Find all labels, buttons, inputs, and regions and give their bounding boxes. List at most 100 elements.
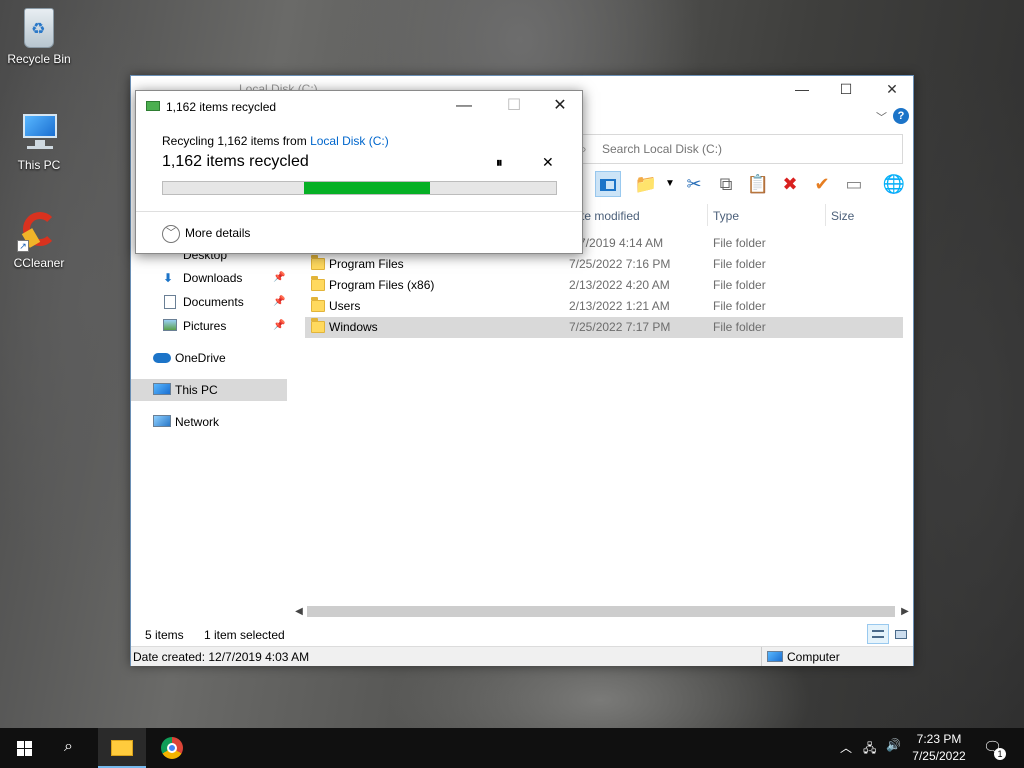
close-button[interactable]: ✕: [538, 93, 582, 119]
file-type: File folder: [713, 299, 766, 313]
clock-date: 7/25/2022: [912, 749, 966, 763]
checkmark-icon[interactable]: ✔: [809, 171, 835, 197]
divider: [761, 647, 762, 666]
cut-icon[interactable]: ✂: [681, 171, 707, 197]
taskbar-chrome[interactable]: [148, 728, 196, 768]
clock[interactable]: 7:23 PM 7/25/2022: [906, 731, 972, 765]
nav-item-downloads[interactable]: ⬇ Downloads 📌: [131, 267, 287, 289]
search-icon: ⌕: [64, 738, 73, 755]
desktop-icon-label: CCleaner: [13, 256, 65, 270]
pin-icon: 📌: [273, 272, 286, 283]
desktop-icon-ccleaner[interactable]: ↗ CCleaner: [1, 208, 77, 270]
dropdown-chevron-icon[interactable]: ▼: [657, 171, 683, 197]
help-icon[interactable]: ?: [893, 108, 909, 124]
dialog-status-text: 1,162 items recycled: [162, 153, 309, 170]
chevron-down-icon: ﹀: [162, 224, 180, 243]
clock-time: 7:23 PM: [916, 732, 962, 746]
folder-icon: [311, 255, 325, 270]
maximize-button[interactable]: ☐: [823, 76, 869, 103]
more-details-button[interactable]: ﹀ More details: [162, 222, 250, 244]
recycle-bin-icon: [24, 8, 54, 48]
pin-icon: 📌: [273, 320, 286, 331]
rename-icon[interactable]: ▭: [841, 171, 867, 197]
cloud-icon: [153, 353, 171, 363]
minimize-button[interactable]: —: [442, 93, 486, 119]
large-icons-view-button[interactable]: [890, 624, 912, 644]
source-location-link[interactable]: Local Disk (C:): [310, 134, 389, 148]
show-hidden-icons-icon[interactable]: ︿: [840, 739, 852, 756]
file-date: 2/13/2022 1:21 AM: [569, 299, 670, 313]
divider: [136, 211, 582, 212]
taskbar-file-explorer[interactable]: [98, 728, 146, 768]
pause-button[interactable]: ⏸: [496, 155, 503, 171]
column-header-size[interactable]: Size: [831, 204, 854, 228]
horizontal-scrollbar[interactable]: ◀ ▶: [291, 603, 913, 620]
nav-item-pictures[interactable]: Pictures 📌: [131, 315, 287, 337]
file-type: File folder: [713, 236, 766, 250]
file-row[interactable]: Users 2/13/2022 1:21 AM File folder: [305, 296, 903, 317]
delete-icon[interactable]: ✖: [777, 171, 803, 197]
large-icons-view-icon: [895, 630, 907, 639]
taskbar: ⌕ ︿ 🖧 🔊 7:23 PM 7/25/2022 🗨 1: [0, 728, 1024, 768]
column-header-date[interactable]: te modified: [581, 204, 640, 228]
column-divider[interactable]: [707, 204, 708, 226]
new-folder-icon[interactable]: 📁: [633, 171, 659, 197]
network-icon: [153, 415, 171, 427]
cancel-button[interactable]: ✕: [542, 154, 554, 171]
minimize-button[interactable]: —: [779, 76, 825, 103]
preview-pane-button[interactable]: [595, 171, 621, 197]
volume-icon[interactable]: 🔊: [886, 738, 901, 752]
network-icon[interactable]: 🖧: [863, 739, 876, 760]
item-count: 5 items: [145, 628, 184, 642]
search-input[interactable]: [602, 135, 892, 163]
document-icon: [164, 295, 176, 309]
nav-item-onedrive[interactable]: OneDrive: [131, 347, 287, 369]
nav-item-this-pc[interactable]: This PC: [131, 379, 287, 401]
copy-icon[interactable]: ⧉: [713, 171, 739, 197]
file-type: File folder: [713, 257, 766, 271]
column-header-type[interactable]: Type: [713, 204, 739, 228]
nav-item-network[interactable]: Network: [131, 411, 287, 433]
file-type: File folder: [713, 278, 766, 292]
computer-icon: [767, 651, 783, 662]
nav-item-label: Downloads: [183, 271, 243, 285]
recycle-progress-icon: [146, 101, 160, 111]
dialog-titlebar[interactable]: 1,162 items recycled — ☐ ✕: [136, 91, 582, 121]
search-box[interactable]: ⌕: [580, 134, 903, 164]
close-button[interactable]: ✕: [869, 76, 915, 103]
search-button[interactable]: ⌕: [48, 728, 96, 768]
dialog-subtitle: Recycling 1,162 items from Local Disk (C…: [162, 134, 389, 148]
pictures-icon: [163, 319, 177, 331]
details-view-icon: [872, 630, 884, 638]
folder-icon: [311, 297, 325, 312]
recycle-progress-dialog: 1,162 items recycled — ☐ ✕ Recycling 1,1…: [135, 90, 583, 254]
file-row[interactable]: Program Files (x86) 2/13/2022 4:20 AM Fi…: [305, 275, 903, 296]
file-name: Program Files: [329, 257, 404, 271]
globe-icon[interactable]: 🌐: [881, 171, 907, 197]
desktop-icon-this-pc[interactable]: This PC: [1, 110, 77, 172]
progress-bar: [162, 181, 557, 195]
paste-icon[interactable]: 📋: [745, 171, 771, 197]
folder-icon: [311, 318, 325, 333]
nav-item-documents[interactable]: Documents 📌: [131, 291, 287, 313]
desktop-icon-recycle-bin[interactable]: Recycle Bin: [1, 8, 77, 66]
folder-icon: [311, 276, 325, 291]
file-row[interactable]: Windows 7/25/2022 7:17 PM File folder: [305, 317, 903, 338]
file-date: 2/13/2022 4:20 AM: [569, 278, 670, 292]
expand-ribbon-icon[interactable]: ﹀: [876, 109, 887, 125]
desktop-icon-label: This PC: [17, 158, 61, 172]
scrollbar-thumb[interactable]: [307, 606, 895, 617]
start-button[interactable]: [0, 728, 48, 768]
computer-icon: [153, 383, 171, 395]
details-view-button[interactable]: [867, 624, 889, 644]
nav-item-label: Pictures: [183, 319, 227, 333]
zone-label: Computer: [787, 650, 840, 664]
nav-item-label: OneDrive: [175, 351, 226, 365]
column-divider[interactable]: [825, 204, 826, 226]
file-row[interactable]: Program Files 7/25/2022 7:16 PM File fol…: [305, 254, 903, 275]
scroll-left-icon[interactable]: ◀: [291, 603, 307, 620]
file-name: Windows: [329, 320, 378, 334]
toolbar: 📁 ▼ ✂ ⧉ 📋 ✖ ✔ ▭ 🌐: [591, 171, 911, 199]
scroll-right-icon[interactable]: ▶: [897, 603, 913, 620]
file-date: 7/7/2019 4:14 AM: [569, 236, 664, 250]
